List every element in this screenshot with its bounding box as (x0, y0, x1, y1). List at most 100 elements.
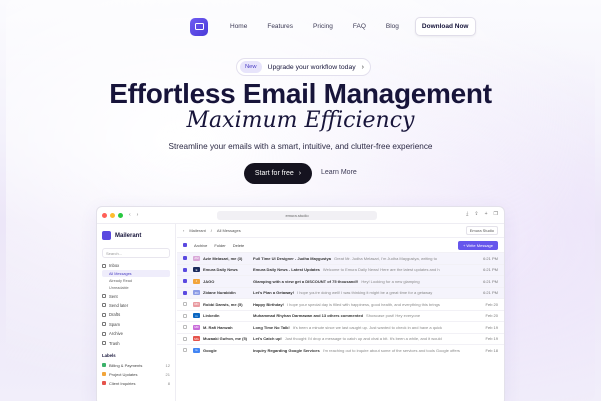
folder-button[interactable]: Folder (214, 243, 225, 248)
label-name: Client Inquiries (109, 380, 136, 386)
close-dot[interactable] (102, 212, 107, 218)
minimize-dot[interactable] (110, 212, 115, 218)
avatar: MR (193, 324, 200, 330)
sidebar-item[interactable]: All Messages (102, 270, 170, 278)
back-icon[interactable]: ‹ (129, 212, 131, 218)
row-checkbox[interactable] (183, 256, 187, 261)
forward-icon[interactable]: › (137, 212, 139, 218)
nav-pricing[interactable]: Pricing (313, 23, 333, 30)
email-preview: I hope your special day is filled with h… (286, 301, 440, 307)
start-free-button[interactable]: Start for free › (244, 163, 312, 184)
nav-home[interactable]: Home (230, 23, 247, 30)
sidebar-item-label: Already Read (109, 278, 133, 283)
tabs-icon[interactable]: ❐ (494, 211, 498, 217)
menu-icon (102, 312, 106, 317)
delete-button[interactable]: Delete (233, 243, 245, 248)
nav-faq[interactable]: FAQ (353, 23, 366, 30)
sidebar-item[interactable]: Sent (102, 291, 170, 300)
sidebar-item[interactable]: Trash (102, 338, 170, 347)
label-item[interactable]: Client Inquiries 8 (102, 379, 170, 388)
sidebar-item[interactable]: Send later (102, 301, 170, 310)
maximize-dot[interactable] (118, 212, 123, 218)
email-subject: Let's Plan a Getaway! (253, 290, 294, 296)
breadcrumb-root[interactable]: Mailerant (189, 228, 205, 233)
sidebar-item[interactable]: Archive (102, 329, 170, 338)
email-time: Feb 20 (485, 301, 498, 307)
email-subject: Long Time No Talk! (253, 324, 290, 330)
row-checkbox[interactable] (183, 348, 187, 353)
email-time: Feb 20 (485, 313, 498, 319)
row-checkbox[interactable] (183, 267, 187, 272)
email-sender: Azie Melasari, me (3) (203, 255, 243, 261)
avatar: ZN (193, 290, 200, 296)
menu-icon (102, 263, 106, 268)
labels-list: Billing & Payments 12 Project Updates 21 Cli… (102, 361, 170, 388)
row-checkbox[interactable] (183, 290, 187, 295)
email-preview: Showcase post! Hey everyone (366, 313, 421, 319)
sidebar-item[interactable]: Spam (102, 320, 170, 329)
row-checkbox[interactable] (183, 336, 187, 341)
download-icon[interactable]: ⤓ (466, 211, 468, 217)
row-checkbox[interactable] (183, 279, 187, 284)
email-sender: Robbi Darwis, me (5) (203, 301, 243, 307)
download-button[interactable]: Download Now (414, 17, 476, 36)
nav-blog[interactable]: Blog (386, 23, 399, 30)
table-row[interactable]: in LinkedIn Muhammad Rhyhan Darmawan and 1… (177, 309, 504, 322)
table-row[interactable]: G Google Inquiry Regarding Google Services… (177, 344, 504, 356)
sidebar-item-label: All Messages (109, 271, 132, 276)
email-preview: I'm reaching out to inquire about some o… (322, 347, 460, 353)
back-icon[interactable]: ‹ (183, 228, 184, 233)
email-list: AM Azie Melasari, me (3) Full Time UI Desi… (177, 252, 504, 356)
sidebar-item[interactable]: Unreadable (102, 284, 170, 291)
table-row[interactable]: MR M. Rafi Hamzah Long Time No Talk! It's b… (177, 321, 504, 333)
label-item[interactable]: Project Updates 21 (102, 370, 170, 379)
workspace-select[interactable]: Emura Studio (465, 226, 498, 235)
archive-button[interactable]: Archive (194, 243, 207, 248)
start-free-label: Start for free (254, 170, 294, 177)
write-message-button[interactable]: + Write Message (457, 240, 498, 250)
table-row[interactable]: J JAGO Glamping with a view get a DISCOUNT… (177, 275, 504, 287)
email-time: 6:21 PM (483, 290, 498, 296)
sidebar-item-label: Send later (109, 302, 129, 308)
label-count: 21 (165, 371, 170, 377)
email-subject: Glamping with a view get a DISCOUNT of 7… (253, 278, 359, 284)
chevron-right-icon: › (361, 63, 364, 71)
table-row[interactable]: AM Azie Melasari, me (3) Full Time UI Desi… (177, 252, 504, 264)
sidebar-item-label: Trash (109, 340, 120, 346)
search-input[interactable]: Search... (102, 248, 170, 258)
email-time: Feb 18 (485, 347, 498, 353)
learn-more-link[interactable]: Learn More (321, 169, 357, 176)
table-row[interactable]: MG Muzaaki Gufron, me (5) Let's Catch up! J… (177, 332, 504, 345)
email-sender: M. Rafi Hamzah (203, 324, 233, 330)
brand-name: Mailerant (115, 232, 142, 239)
sidebar-item-label: Unreadable (109, 285, 129, 290)
avatar: in (193, 313, 200, 319)
avatar: E (193, 267, 200, 273)
email-subject: Inquiry Regarding Google Services (253, 347, 320, 353)
add-tab-icon[interactable]: + (485, 211, 488, 217)
sidebar-item-label: Inbox (109, 263, 120, 269)
share-icon[interactable]: ⇪ (474, 211, 478, 217)
row-checkbox[interactable] (183, 313, 187, 318)
sidebar-item[interactable]: Already Read (102, 277, 170, 284)
url-bar[interactable]: emura.studio (217, 211, 377, 220)
email-preview: I hope you're doing well! I was thinking… (296, 290, 433, 296)
row-checkbox[interactable] (183, 302, 187, 307)
table-row[interactable]: ZN Zidane Nurabidin Let's Plan a Getaway! I… (177, 286, 504, 298)
sidebar-item[interactable]: Drafts (102, 310, 170, 319)
app-logo-icon[interactable] (190, 17, 208, 36)
announcement-pill[interactable]: New Upgrade your workflow today › (236, 58, 371, 76)
table-row[interactable]: RD Robbi Darwis, me (5) Happy Birthday! I h… (177, 298, 504, 310)
table-row[interactable]: E Emura Daily News Emura Daily News - Late… (177, 263, 504, 275)
nav-features[interactable]: Features (267, 23, 293, 30)
email-subject: Full Time UI Designer - Judha Maygustya (253, 255, 331, 261)
labels-heading: Labels (102, 352, 116, 358)
avatar: J (193, 278, 200, 284)
email-sender: Muzaaki Gufron, me (5) (203, 336, 248, 342)
top-nav: Home Features Pricing FAQ Blog Download … (190, 17, 486, 36)
label-item[interactable]: Billing & Payments 12 (102, 361, 170, 370)
new-badge: New (240, 61, 262, 73)
row-checkbox[interactable] (183, 325, 187, 330)
select-all-checkbox[interactable] (183, 243, 187, 247)
sidebar-item[interactable]: Inbox (102, 261, 170, 270)
